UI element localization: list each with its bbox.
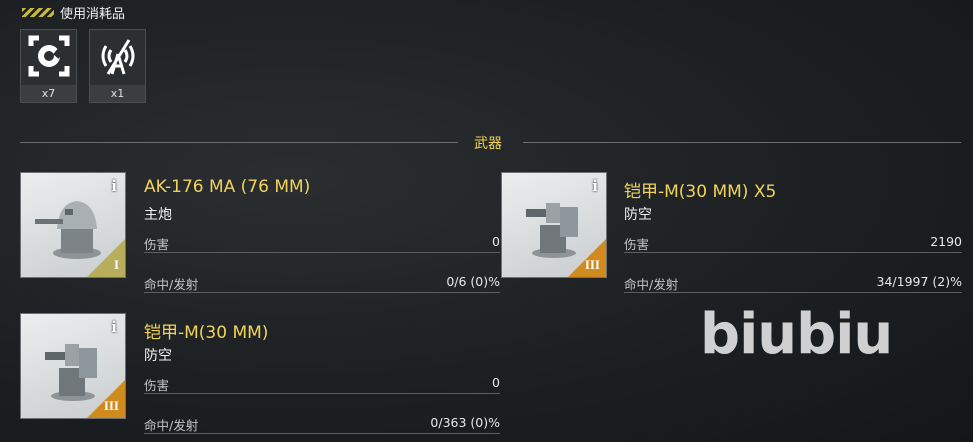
damage-value: 0 <box>492 234 500 249</box>
weapons-divider-left <box>20 142 458 143</box>
hit-row: 命中/发射 0/6 (0)% <box>144 274 500 293</box>
radio-tower-crossed-icon <box>90 30 145 82</box>
weapon-name: 铠甲-M(30 MM) X5 <box>624 182 777 202</box>
tier-badge: III <box>568 239 606 277</box>
weapon-card-pantsir[interactable]: i III <box>20 313 126 419</box>
hit-label: 命中/发射 <box>144 418 199 433</box>
damage-row: 伤害 0 <box>144 375 500 394</box>
hit-label: 命中/发射 <box>624 277 679 292</box>
info-icon[interactable]: i <box>592 177 598 195</box>
hit-value: 0/6 (0)% <box>446 274 500 289</box>
damage-value: 0 <box>492 375 500 390</box>
consumables-header: 使用消耗品 <box>22 3 125 22</box>
weapon-type: 防空 <box>144 348 172 364</box>
hit-value: 0/363 (0)% <box>430 415 500 430</box>
damage-label: 伤害 <box>144 378 170 393</box>
damage-row: 伤害 0 <box>144 234 500 253</box>
hit-label: 命中/发射 <box>144 277 199 292</box>
hit-value: 34/1997 (2)% <box>876 274 963 289</box>
hit-row: 命中/发射 34/1997 (2)% <box>624 274 962 293</box>
damage-label: 伤害 <box>624 237 650 252</box>
info-icon[interactable]: i <box>111 177 117 195</box>
damage-row: 伤害 2190 <box>624 234 962 253</box>
repair-wrench-icon <box>21 30 76 82</box>
weapon-name: 铠甲-M(30 MM) <box>144 323 269 343</box>
consumable-count: x7 <box>21 85 76 102</box>
consumables-title: 使用消耗品 <box>60 7 126 22</box>
weapon-card-ak176[interactable]: i I <box>20 172 126 278</box>
damage-label: 伤害 <box>144 237 170 252</box>
weapons-divider-right <box>523 142 961 143</box>
weapon-type: 防空 <box>624 207 652 223</box>
damage-value: 2190 <box>930 234 962 249</box>
watermark: biubiu <box>700 302 893 367</box>
consumable-count: x1 <box>90 85 145 102</box>
weapon-name: AK-176 MA (76 MM) <box>144 177 311 197</box>
stripes-icon <box>22 8 54 17</box>
weapon-card-pantsir-x5[interactable]: i III <box>501 172 607 278</box>
consumable-slot-repair[interactable]: x7 <box>20 29 77 103</box>
weapons-title: 武器 <box>474 136 502 152</box>
hit-row: 命中/发射 0/363 (0)% <box>144 415 500 434</box>
weapon-type: 主炮 <box>144 207 172 223</box>
tier-badge: III <box>87 380 125 418</box>
tier-badge: I <box>87 239 125 277</box>
info-icon[interactable]: i <box>111 318 117 336</box>
consumable-slot-radio[interactable]: x1 <box>89 29 146 103</box>
